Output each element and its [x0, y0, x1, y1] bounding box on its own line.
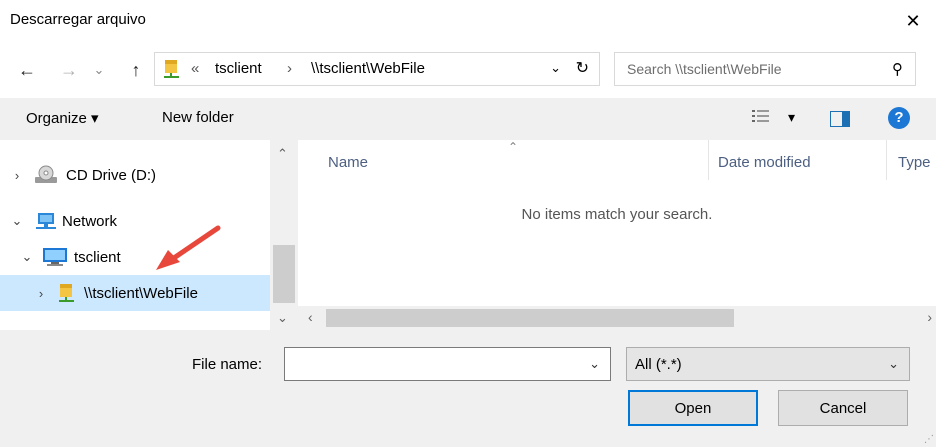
- search-box[interactable]: Search \\tsclient\WebFile ⚲: [614, 52, 916, 86]
- empty-message: No items match your search.: [521, 206, 713, 223]
- window-title: Descarregar arquivo: [10, 11, 146, 28]
- cancel-button[interactable]: Cancel: [778, 390, 908, 426]
- address-bar[interactable]: « tsclient › \\tsclient\WebFile ⌄ ↻: [154, 52, 600, 86]
- breadcrumb-overflow-icon[interactable]: «: [191, 60, 199, 77]
- up-button[interactable]: ↑: [124, 56, 148, 84]
- breadcrumb-tsclient[interactable]: tsclient: [215, 60, 262, 77]
- column-header-date-modified[interactable]: Date modified: [718, 154, 811, 171]
- address-dropdown-icon[interactable]: ⌄: [550, 60, 561, 76]
- forward-button[interactable]: →: [54, 56, 84, 84]
- open-button[interactable]: Open: [628, 390, 758, 426]
- column-header-name[interactable]: Name: [328, 154, 368, 171]
- navigation-pane: › CD Drive (D:) ⌄ Network ⌄ tsclient › \…: [0, 140, 298, 330]
- file-list-horizontal-scrollbar[interactable]: ‹ ›: [298, 306, 936, 330]
- organize-button[interactable]: Organize ▾: [26, 109, 99, 127]
- scroll-right-icon[interactable]: ›: [927, 309, 932, 325]
- chevron-down-icon: ⌄: [93, 62, 105, 77]
- network-folder-icon: [59, 284, 74, 302]
- file-type-filter[interactable]: All (*.*) ⌄: [626, 347, 910, 381]
- search-placeholder: Search \\tsclient\WebFile: [627, 61, 782, 77]
- chevron-right-icon[interactable]: ›: [10, 168, 24, 183]
- chevron-right-icon[interactable]: ›: [34, 286, 48, 301]
- column-divider[interactable]: [708, 140, 709, 180]
- search-icon: ⚲: [892, 61, 903, 78]
- cd-drive-icon: [35, 165, 57, 183]
- file-name-dropdown-icon[interactable]: ⌄: [589, 356, 600, 372]
- tree-item-network[interactable]: ⌄ Network: [0, 203, 270, 239]
- help-icon[interactable]: ?: [888, 107, 910, 129]
- close-button[interactable]: ✕: [890, 0, 936, 42]
- view-dropdown-icon: ▾: [788, 109, 796, 125]
- column-header-type[interactable]: Type: [898, 154, 931, 171]
- chevron-down-icon[interactable]: ⌄: [10, 213, 24, 229]
- chevron-down-icon: ⌄: [888, 356, 899, 371]
- network-icon: [36, 213, 56, 229]
- back-arrow-icon: ←: [18, 59, 36, 80]
- tree-vertical-scrollbar[interactable]: ⌃ ⌄: [270, 140, 298, 330]
- column-divider[interactable]: [886, 140, 887, 180]
- sort-ascending-icon: ⌃: [508, 140, 519, 154]
- scrollbar-thumb[interactable]: [326, 309, 734, 327]
- scroll-left-icon[interactable]: ‹: [308, 309, 313, 325]
- close-icon: ✕: [905, 10, 921, 31]
- breadcrumb-webfile[interactable]: \\tsclient\WebFile: [311, 60, 425, 77]
- title-bar: Descarregar arquivo ✕: [0, 0, 936, 42]
- file-name-input[interactable]: ⌄: [284, 347, 611, 381]
- file-type-value: All (*.*): [635, 356, 682, 373]
- computer-icon: [43, 248, 67, 266]
- tree-item-label: tsclient: [74, 248, 121, 266]
- tree-item-tsclient[interactable]: ⌄ tsclient: [0, 239, 270, 275]
- refresh-icon[interactable]: ↻: [576, 58, 589, 78]
- dialog-footer: File name: ⌄ All (*.*) ⌄ Open Cancel ⋰: [0, 330, 936, 447]
- network-folder-icon: [164, 60, 179, 78]
- tree-item-label: CD Drive (D:): [66, 166, 156, 184]
- scroll-down-icon[interactable]: ⌄: [277, 310, 288, 326]
- change-view-button[interactable]: ▾: [752, 109, 795, 128]
- file-list: ⌃ Name Date modified Type No items match…: [298, 140, 936, 330]
- new-folder-button[interactable]: New folder: [162, 109, 234, 126]
- file-name-label: File name:: [192, 356, 263, 373]
- back-button[interactable]: ←: [12, 56, 42, 84]
- breadcrumb-separator-icon[interactable]: ›: [287, 60, 292, 77]
- preview-pane-icon[interactable]: [830, 111, 850, 127]
- details-view-icon: [752, 110, 769, 122]
- resize-grip-icon[interactable]: ⋰: [924, 434, 934, 445]
- forward-arrow-icon: →: [60, 59, 78, 80]
- tree-item-label: \\tsclient\WebFile: [84, 284, 198, 302]
- scroll-up-icon[interactable]: ⌃: [277, 146, 288, 162]
- tree-item-webfile[interactable]: › \\tsclient\WebFile: [0, 275, 270, 311]
- up-arrow-icon: ↑: [131, 59, 141, 80]
- scrollbar-thumb[interactable]: [273, 245, 295, 303]
- command-bar: Organize ▾ New folder ▾ ?: [0, 98, 936, 140]
- chevron-down-icon[interactable]: ⌄: [20, 249, 34, 265]
- tree-item-cd-drive[interactable]: › CD Drive (D:): [0, 157, 270, 193]
- tree-item-label: Network: [62, 212, 118, 230]
- recent-locations-button[interactable]: ⌄: [90, 56, 108, 84]
- navigation-bar: ← → ⌄ ↑ « tsclient › \\tsclient\WebFile …: [0, 42, 936, 98]
